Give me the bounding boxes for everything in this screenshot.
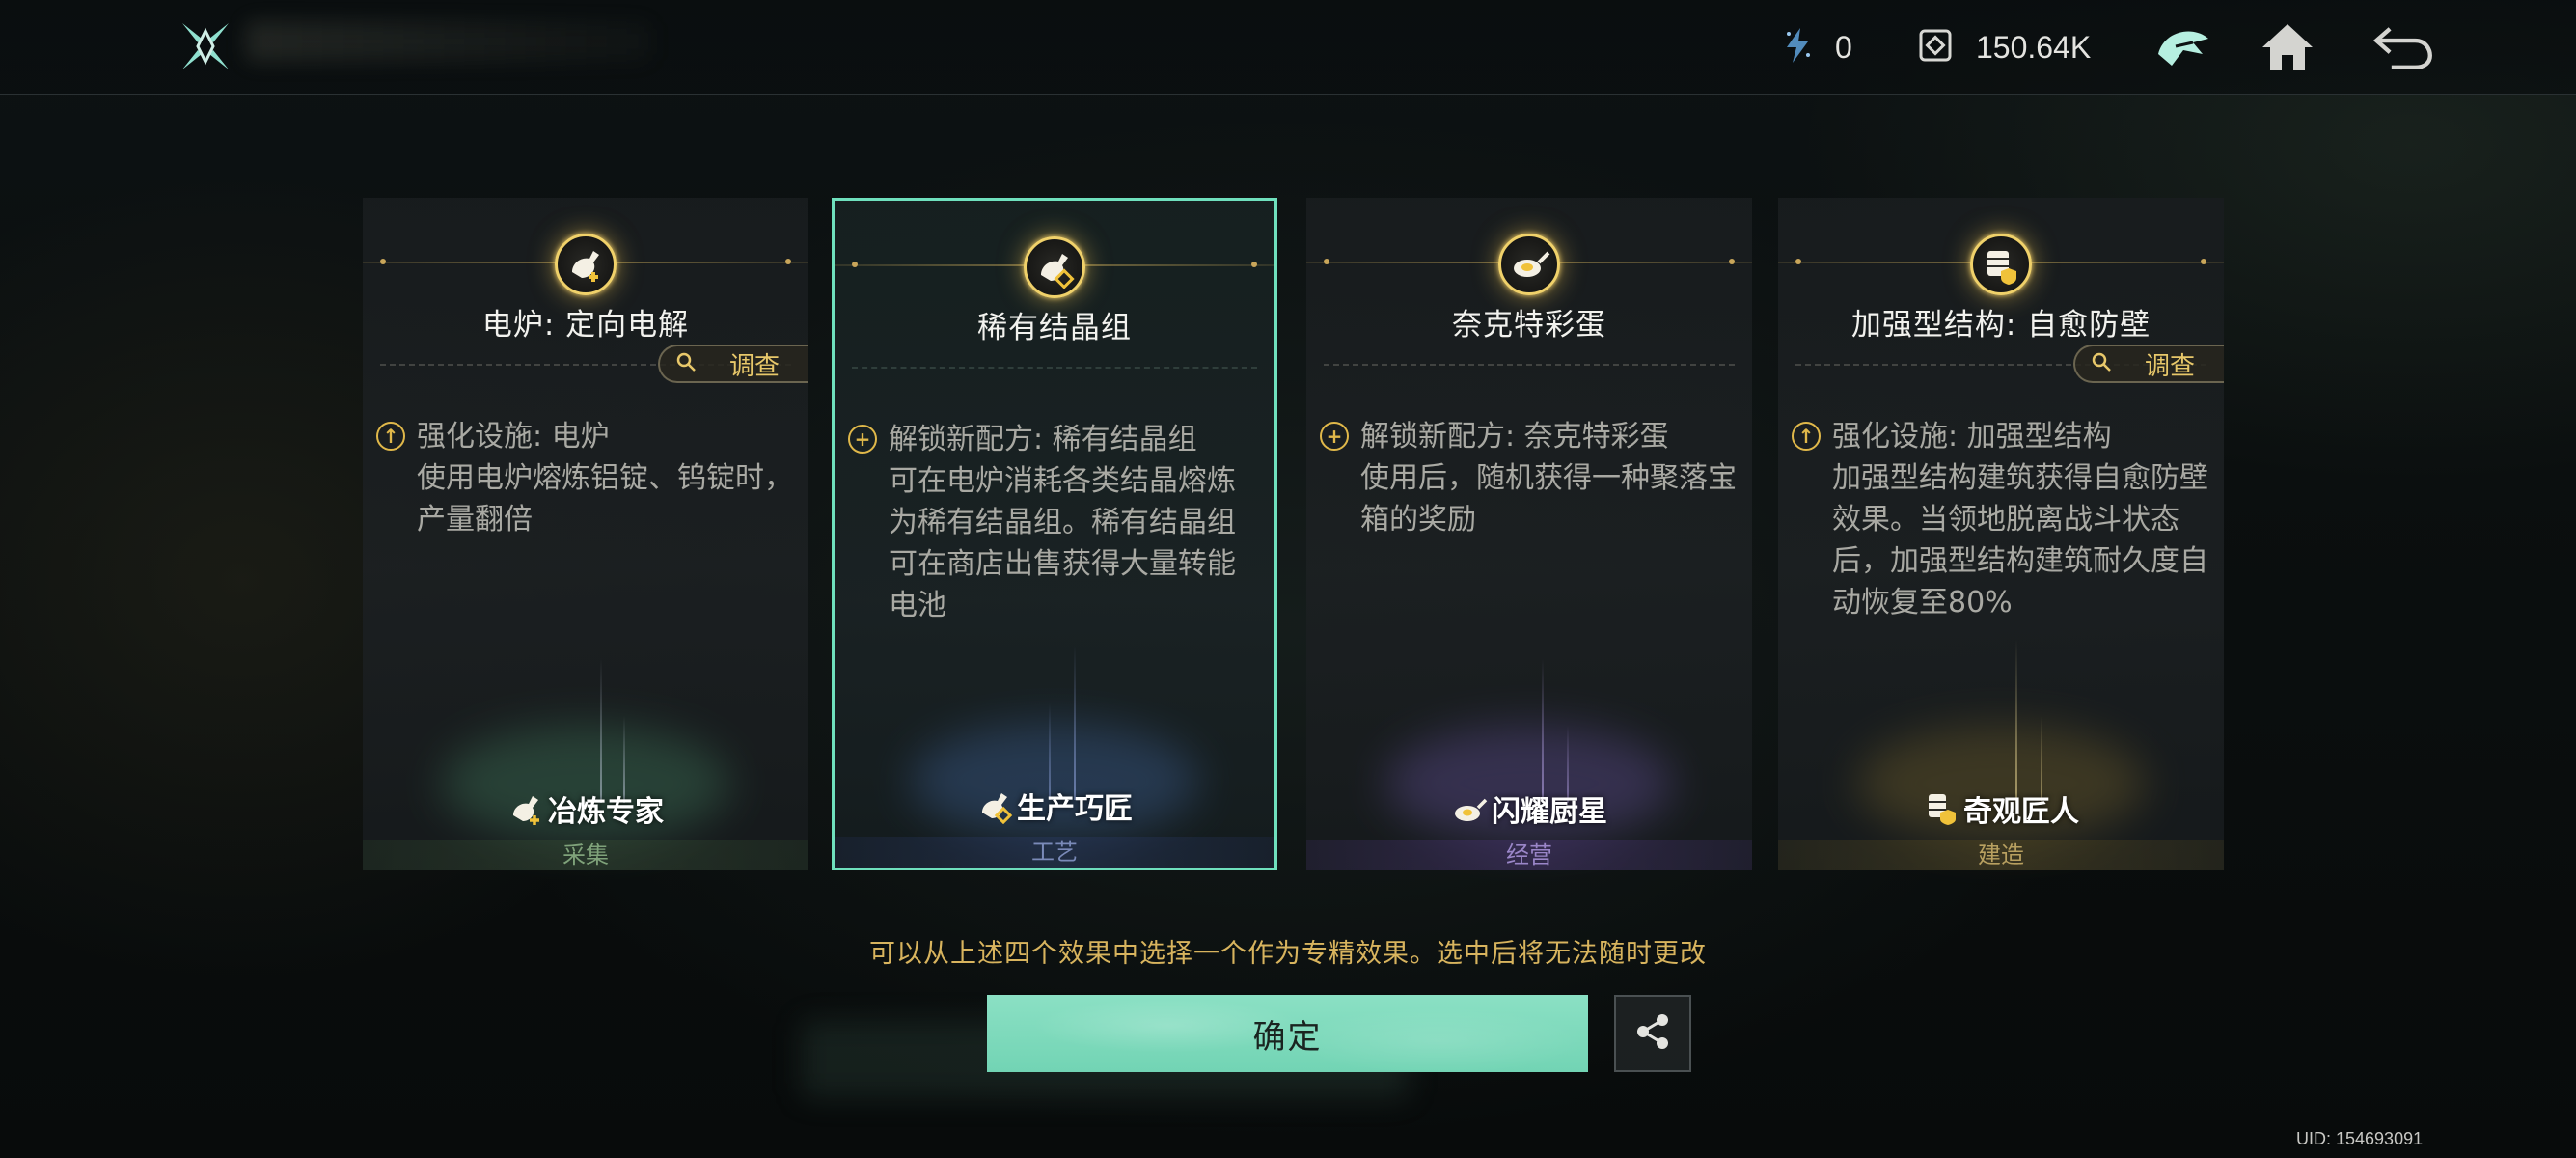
helmet-icon[interactable] xyxy=(2151,15,2215,79)
badge-label: 奇观匠人 xyxy=(1963,795,2079,829)
divider xyxy=(1324,364,1735,366)
home-icon[interactable] xyxy=(2256,15,2319,79)
category-label: 工艺 xyxy=(835,837,1274,868)
smelter-badge-icon xyxy=(507,790,544,827)
back-arrow-icon[interactable] xyxy=(2371,15,2435,79)
desc-heading: 强化设施: 加强型结构 xyxy=(1832,420,2112,454)
architect-badge-icon xyxy=(1923,790,1959,827)
crystal-recipe-icon xyxy=(1024,236,1085,298)
light-beam xyxy=(2015,639,2017,803)
card-title: 奈克特彩蛋 xyxy=(1452,308,1606,343)
cooking-pan-icon xyxy=(1498,234,1560,295)
desc-heading: 强化设施: 电炉 xyxy=(417,420,610,454)
desc-body: 使用电炉熔炼铝锭、钨锭时，产量翻倍 xyxy=(417,461,793,537)
light-beam xyxy=(1542,658,1544,803)
card-description: 强化设施: 加强型结构 加强型结构建筑获得自愈防壁效果。当领地脱离战斗状态后，加… xyxy=(1832,416,2208,623)
unlock-recipe-icon: + xyxy=(1320,422,1349,451)
card-description: 强化设施: 电炉 使用电炉熔炼铝锭、钨锭时，产量翻倍 xyxy=(417,416,793,540)
magnifier-icon xyxy=(675,351,697,376)
title-badge: 冶炼专家 xyxy=(363,787,808,830)
user-id-label: UID: 154693091 xyxy=(2296,1129,2424,1148)
share-icon xyxy=(1631,1010,1674,1057)
card-title: 加强型结构: 自愈防壁 xyxy=(1850,308,2151,343)
chef-badge-icon xyxy=(1451,790,1488,827)
energy-icon xyxy=(1781,26,1814,69)
badge-label: 冶炼专家 xyxy=(548,795,664,829)
card-description: 解锁新配方: 稀有结晶组 可在电炉消耗各类结晶熔炼为稀有结晶组。稀有结晶组可在商… xyxy=(889,419,1259,626)
investigate-button[interactable]: 调查 xyxy=(2073,345,2224,383)
credits-icon xyxy=(1916,26,1955,69)
credits-counter: 150.64K xyxy=(1916,23,2091,71)
confirm-button[interactable]: 确定 xyxy=(987,995,1588,1072)
desc-body: 可在电炉消耗各类结晶熔炼为稀有结晶组。稀有结晶组可在商店出售获得大量转能电池 xyxy=(889,464,1236,622)
desc-body: 加强型结构建筑获得自愈防壁效果。当领地脱离战斗状态后，加强型结构建筑耐久度自动恢… xyxy=(1832,461,2208,620)
share-button[interactable] xyxy=(1614,995,1691,1072)
category-label: 经营 xyxy=(1306,840,1752,870)
magnifier-icon xyxy=(2091,351,2112,376)
title-badge: 生产巧匠 xyxy=(835,785,1274,827)
specialization-card-electric-furnace[interactable]: 电炉: 定向电解 调查 ↑ 强化设施: 电炉 使用电炉熔炼铝锭、钨锭时，产量翻倍… xyxy=(363,198,808,870)
upgrade-icon: ↑ xyxy=(376,422,405,451)
category-label: 建造 xyxy=(1778,840,2224,870)
divider xyxy=(852,367,1257,369)
desc-heading: 解锁新配方: 奈克特彩蛋 xyxy=(1360,420,1669,454)
specialization-card-rare-crystal[interactable]: 稀有结晶组 + 解锁新配方: 稀有结晶组 可在电炉消耗各类结晶熔炼为稀有结晶组。… xyxy=(832,198,1277,870)
title-badge: 闪耀厨星 xyxy=(1306,787,1752,830)
credits-value: 150.64K xyxy=(1976,29,2092,65)
energy-value: 0 xyxy=(1835,29,1852,65)
specialization-card-nekt-egg[interactable]: 奈克特彩蛋 + 解锁新配方: 奈克特彩蛋 使用后，随机获得一种聚落宝箱的奖励 闪… xyxy=(1306,198,1752,870)
card-description: 解锁新配方: 奈克特彩蛋 使用后，随机获得一种聚落宝箱的奖励 xyxy=(1360,416,1737,540)
card-title: 电炉: 定向电解 xyxy=(481,308,690,343)
upgrade-icon: ↑ xyxy=(1792,422,1821,451)
desc-heading: 解锁新配方: 稀有结晶组 xyxy=(889,423,1197,456)
top-bar: 0 150.64K xyxy=(0,0,2576,95)
furnace-upgrade-icon xyxy=(555,234,617,295)
energy-counter: 0 xyxy=(1781,23,1852,71)
craftsman-badge-icon xyxy=(976,787,1013,825)
specialization-card-reinforced-structure[interactable]: 加强型结构: 自愈防壁 调查 ↑ 强化设施: 加强型结构 加强型结构建筑获得自愈… xyxy=(1778,198,2224,870)
structure-upgrade-icon xyxy=(1970,234,2032,295)
card-title: 稀有结晶组 xyxy=(977,311,1132,345)
category-label: 采集 xyxy=(363,840,808,870)
light-beam xyxy=(1074,646,1076,800)
game-logo-icon[interactable] xyxy=(177,17,234,75)
badge-label: 生产巧匠 xyxy=(1017,792,1133,826)
investigate-label: 调查 xyxy=(2145,351,2196,381)
unlock-recipe-icon: + xyxy=(848,425,877,454)
title-badge: 奇观匠人 xyxy=(1778,787,2224,830)
player-name-blurred xyxy=(246,21,651,62)
investigate-button[interactable]: 调查 xyxy=(658,345,808,383)
investigate-label: 调查 xyxy=(729,351,781,381)
desc-body: 使用后，随机获得一种聚落宝箱的奖励 xyxy=(1360,461,1737,537)
light-beam xyxy=(600,658,602,803)
selection-hint: 可以从上述四个效果中选择一个作为专精效果。选中后将无法随时更改 xyxy=(869,939,1707,969)
badge-label: 闪耀厨星 xyxy=(1492,795,1607,829)
